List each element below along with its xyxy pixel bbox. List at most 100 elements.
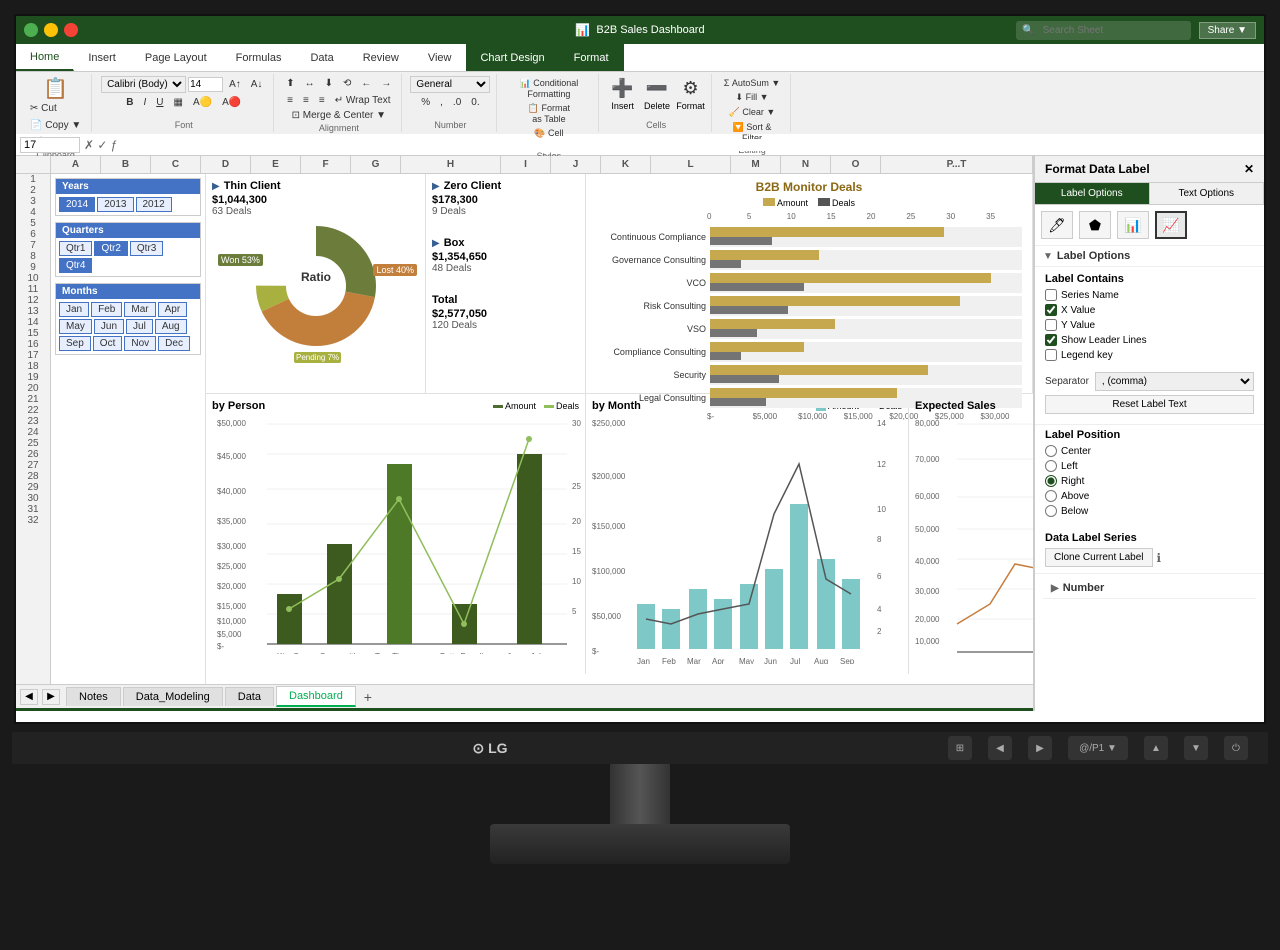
tab-insert[interactable]: Insert bbox=[74, 44, 131, 71]
copy-button[interactable]: 📄 Copy ▼ bbox=[26, 118, 85, 133]
fill-color-button[interactable]: A🟡 bbox=[189, 95, 216, 110]
conditional-formatting-button[interactable]: 📊 ConditionalFormatting bbox=[516, 76, 583, 101]
insert-button[interactable]: ➕ bbox=[607, 76, 637, 101]
separator-select[interactable]: , (comma) (space) ; (semicolon) bbox=[1095, 372, 1254, 391]
delete-button[interactable]: ➖ bbox=[642, 76, 672, 101]
col-d[interactable]: D bbox=[201, 156, 251, 173]
cut-button[interactable]: ✂ Cut bbox=[26, 101, 85, 116]
month-dec[interactable]: Dec bbox=[158, 336, 190, 351]
radio-left-row[interactable]: Left bbox=[1045, 460, 1254, 472]
align-top[interactable]: ⬆ bbox=[282, 76, 298, 91]
underline-button[interactable]: U bbox=[152, 95, 167, 110]
radio-right-row[interactable]: Right bbox=[1045, 475, 1254, 487]
col-i[interactable]: I bbox=[501, 156, 551, 173]
indent-decrease[interactable]: ← bbox=[357, 76, 375, 91]
month-feb[interactable]: Feb bbox=[91, 302, 122, 317]
icon-btn-2[interactable]: ⬟ bbox=[1079, 211, 1111, 239]
formula-input[interactable] bbox=[121, 139, 1260, 151]
clear-button[interactable]: 🧹 Clear ▼ bbox=[725, 105, 780, 120]
col-h[interactable]: H bbox=[401, 156, 501, 173]
series-name-checkbox[interactable] bbox=[1045, 289, 1057, 301]
month-apr[interactable]: Apr bbox=[158, 302, 188, 317]
align-middle[interactable]: ↔ bbox=[301, 76, 319, 91]
y-value-checkbox[interactable] bbox=[1045, 319, 1057, 331]
month-jul[interactable]: Jul bbox=[126, 319, 153, 334]
sheet-data[interactable]: Data bbox=[225, 687, 274, 706]
col-rest[interactable]: P...T bbox=[881, 156, 1033, 173]
align-left[interactable]: ≡ bbox=[283, 93, 297, 108]
font-family-select[interactable]: Calibri (Body) bbox=[101, 76, 186, 93]
bold-button[interactable]: B bbox=[122, 95, 137, 110]
monitor-btn-1[interactable]: ⊞ bbox=[948, 736, 972, 760]
number-format-select[interactable]: General bbox=[410, 76, 490, 93]
tab-home[interactable]: Home bbox=[16, 44, 74, 71]
col-f[interactable]: F bbox=[301, 156, 351, 173]
align-center[interactable]: ≡ bbox=[299, 93, 313, 108]
monitor-btn-4[interactable]: @/P1 ▼ bbox=[1068, 736, 1128, 760]
decimal-decrease[interactable]: 0. bbox=[467, 95, 483, 110]
legend-key-checkbox[interactable] bbox=[1045, 349, 1057, 361]
col-j[interactable]: J bbox=[551, 156, 601, 173]
month-may[interactable]: May bbox=[59, 319, 92, 334]
month-mar[interactable]: Mar bbox=[124, 302, 155, 317]
col-a[interactable]: A bbox=[51, 156, 101, 173]
scroll-right-tab[interactable]: ▶ bbox=[42, 689, 60, 705]
col-o[interactable]: O bbox=[831, 156, 881, 173]
autosum-button[interactable]: Σ AutoSum ▼ bbox=[720, 76, 785, 90]
format-cells-button[interactable]: ⚙ bbox=[678, 76, 702, 101]
align-bottom[interactable]: ⬇ bbox=[321, 76, 337, 91]
add-sheet-button[interactable]: + bbox=[358, 687, 378, 707]
icon-btn-4[interactable]: 📈 bbox=[1155, 211, 1187, 239]
tab-formulas[interactable]: Formulas bbox=[222, 44, 297, 71]
col-g[interactable]: G bbox=[351, 156, 401, 173]
merge-center-button[interactable]: ⊡ Merge & Center ▼ bbox=[288, 108, 390, 123]
col-e[interactable]: E bbox=[251, 156, 301, 173]
radio-right[interactable] bbox=[1045, 475, 1057, 487]
tab-chart-design[interactable]: Chart Design bbox=[466, 44, 559, 71]
tab-view[interactable]: View bbox=[414, 44, 467, 71]
month-nov[interactable]: Nov bbox=[124, 336, 156, 351]
sheet-data-modeling[interactable]: Data_Modeling bbox=[123, 687, 223, 706]
radio-center[interactable] bbox=[1045, 445, 1057, 457]
show-leader-checkbox-row[interactable]: Show Leader Lines bbox=[1045, 334, 1254, 346]
font-size-input[interactable] bbox=[188, 77, 223, 92]
tab-format[interactable]: Format bbox=[560, 44, 624, 71]
series-name-checkbox-row[interactable]: Series Name bbox=[1045, 289, 1254, 301]
tab-data[interactable]: Data bbox=[296, 44, 348, 71]
clone-label-btn[interactable]: Clone Current Label bbox=[1045, 548, 1153, 567]
number-collapsible[interactable]: ▶ Number bbox=[1043, 578, 1256, 599]
col-l[interactable]: L bbox=[651, 156, 731, 173]
y-value-checkbox-row[interactable]: Y Value bbox=[1045, 319, 1254, 331]
orientation-button[interactable]: ⟲ bbox=[339, 76, 355, 91]
col-c[interactable]: C bbox=[151, 156, 201, 173]
border-button[interactable]: ▦ bbox=[170, 95, 187, 110]
close-panel-button[interactable]: ✕ bbox=[1244, 162, 1254, 176]
monitor-btn-5[interactable]: ▲ bbox=[1144, 736, 1168, 760]
month-aug[interactable]: Aug bbox=[155, 319, 187, 334]
radio-above-row[interactable]: Above bbox=[1045, 490, 1254, 502]
radio-left[interactable] bbox=[1045, 460, 1057, 472]
font-size-decrease[interactable]: A↓ bbox=[247, 77, 267, 92]
sheet-notes[interactable]: Notes bbox=[66, 687, 121, 706]
scroll-left-tab[interactable]: ◀ bbox=[20, 689, 38, 705]
tab-review[interactable]: Review bbox=[349, 44, 414, 71]
monitor-btn-2[interactable]: ◀ bbox=[988, 736, 1012, 760]
decimal-increase[interactable]: .0 bbox=[449, 95, 465, 110]
qtr2[interactable]: Qtr2 bbox=[94, 241, 127, 256]
year-2013[interactable]: 2013 bbox=[97, 197, 133, 212]
align-right[interactable]: ≡ bbox=[315, 93, 329, 108]
col-b[interactable]: B bbox=[101, 156, 151, 173]
icon-btn-1[interactable]: 🖊 bbox=[1041, 211, 1073, 239]
icon-btn-3[interactable]: 📊 bbox=[1117, 211, 1149, 239]
paste-button[interactable]: 📋 bbox=[35, 76, 76, 101]
text-options-tab[interactable]: Text Options bbox=[1150, 183, 1265, 204]
qtr3[interactable]: Qtr3 bbox=[130, 241, 163, 256]
monitor-btn-power[interactable]: ⏻ bbox=[1224, 736, 1248, 760]
col-k[interactable]: K bbox=[601, 156, 651, 173]
percent-button[interactable]: % bbox=[417, 95, 434, 110]
italic-button[interactable]: I bbox=[140, 95, 151, 110]
cell-reference-box[interactable] bbox=[20, 137, 80, 153]
comma-button[interactable]: , bbox=[436, 95, 447, 110]
font-color-button[interactable]: A🔴 bbox=[218, 95, 245, 110]
monitor-btn-3[interactable]: ▶ bbox=[1028, 736, 1052, 760]
